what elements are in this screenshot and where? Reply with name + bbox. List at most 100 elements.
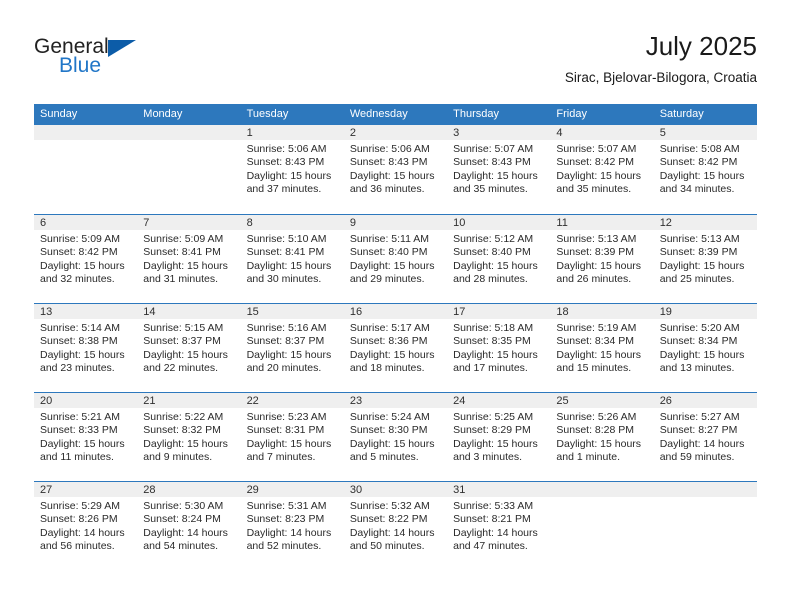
day-number: 12 — [653, 215, 757, 230]
day-detail-line: Sunrise: 5:31 AM — [246, 500, 327, 512]
calendar-day-cell[interactable]: 22 Sunrise: 5:23 AM Sunset: 8:31 PM Dayligh… — [240, 393, 344, 481]
calendar-day-cell[interactable]: 24 Sunrise: 5:25 AM Sunset: 8:29 PM Dayligh… — [447, 393, 551, 481]
day-details: Sunrise: 5:09 AM Sunset: 8:42 PM Daylight:… — [34, 230, 137, 287]
day-detail-line: and 18 minutes. — [349, 362, 425, 375]
calendar-day-cell[interactable]: 7 Sunrise: 5:09 AM Sunset: 8:41 PM Daylight… — [137, 215, 241, 303]
calendar-day-cell[interactable]: 26 Sunrise: 5:27 AM Sunset: 8:27 PM Dayligh… — [653, 393, 757, 481]
calendar-day-cell[interactable]: 13 Sunrise: 5:14 AM Sunset: 8:38 PM Dayligh… — [34, 304, 138, 392]
calendar-day-cell[interactable]: 20 Sunrise: 5:21 AM Sunset: 8:33 PM Dayligh… — [34, 393, 138, 481]
day-detail-line: Daylight: 15 hours — [349, 348, 435, 361]
day-detail-line: Sunset: 8:38 PM — [40, 335, 118, 348]
calendar-day-cell-empty[interactable] — [34, 125, 138, 214]
day-detail-line: Sunrise: 5:30 AM — [143, 500, 224, 512]
day-detail-line: Sunset: 8:34 PM — [659, 335, 738, 348]
calendar-week-row: 6 Sunrise: 5:09 AM Sunset: 8:42 PM Daylight… — [34, 214, 757, 303]
day-details: Sunrise: 5:31 AM Sunset: 8:23 PM Daylight:… — [241, 497, 344, 554]
calendar-day-cell[interactable]: 1 Sunrise: 5:06 AM Sunset: 8:43 PM Daylight… — [240, 125, 344, 214]
calendar-day-cell[interactable]: 6 Sunrise: 5:09 AM Sunset: 8:42 PM Daylight… — [34, 215, 138, 303]
day-detail-line: and 3 minutes. — [453, 451, 523, 464]
day-detail-line: Sunrise: 5:32 AM — [349, 500, 430, 512]
day-detail-line: Sunrise: 5:21 AM — [40, 411, 120, 423]
calendar-day-cell[interactable]: 15 Sunrise: 5:16 AM Sunset: 8:37 PM Dayligh… — [240, 304, 344, 392]
generalblue-logo: General Blue — [34, 36, 164, 82]
calendar-day-cell[interactable]: 8 Sunrise: 5:10 AM Sunset: 8:41 PM Daylight… — [240, 215, 344, 303]
day-detail-line: Sunrise: 5:08 AM — [659, 143, 740, 155]
calendar-page: General Blue July 2025 Sirac, Bjelovar-B… — [0, 0, 792, 612]
calendar-day-cell[interactable]: 16 Sunrise: 5:17 AM Sunset: 8:36 PM Dayligh… — [343, 304, 448, 392]
day-detail-line: and 15 minutes. — [556, 362, 632, 375]
calendar-day-cell[interactable]: 2 Sunrise: 5:06 AM Sunset: 8:43 PM Daylight… — [343, 125, 448, 214]
calendar-day-cell[interactable]: 12 Sunrise: 5:13 AM Sunset: 8:39 PM Dayligh… — [653, 215, 757, 303]
day-detail-line: Daylight: 15 hours — [246, 348, 332, 361]
day-detail-line: Sunset: 8:40 PM — [453, 246, 531, 259]
calendar-weeks: 1 Sunrise: 5:06 AM Sunset: 8:43 PM Daylight… — [34, 125, 757, 570]
day-detail-line: Daylight: 15 hours — [453, 169, 538, 182]
day-details: Sunrise: 5:09 AM Sunset: 8:41 PM Daylight:… — [137, 230, 240, 287]
day-detail-line: Sunset: 8:30 PM — [349, 424, 428, 437]
calendar-day-cell[interactable]: 17 Sunrise: 5:18 AM Sunset: 8:35 PM Dayligh… — [447, 304, 551, 392]
calendar-day-cell[interactable]: 25 Sunrise: 5:26 AM Sunset: 8:28 PM Dayligh… — [550, 393, 654, 481]
day-detail-line: Daylight: 15 hours — [349, 259, 435, 272]
day-detail-line: Sunset: 8:33 PM — [40, 424, 118, 437]
calendar-day-cell[interactable]: 28 Sunrise: 5:30 AM Sunset: 8:24 PM Dayligh… — [137, 482, 241, 570]
day-number: 10 — [447, 215, 551, 230]
day-detail-line: Daylight: 14 hours — [246, 526, 332, 539]
calendar-day-cell-empty[interactable] — [137, 125, 241, 214]
calendar-day-cell[interactable]: 4 Sunrise: 5:07 AM Sunset: 8:42 PM Daylight… — [550, 125, 654, 214]
day-detail-line: Daylight: 15 hours — [246, 169, 332, 182]
day-number: 23 — [343, 393, 448, 408]
day-detail-line: and 35 minutes. — [453, 183, 528, 196]
calendar-day-cell[interactable]: 10 Sunrise: 5:12 AM Sunset: 8:40 PM Dayligh… — [447, 215, 551, 303]
weekday-header-row: Sunday Monday Tuesday Wednesday Thursday… — [34, 104, 757, 125]
calendar-day-cell[interactable]: 9 Sunrise: 5:11 AM Sunset: 8:40 PM Daylight… — [343, 215, 448, 303]
day-number: 15 — [240, 304, 344, 319]
day-detail-line: Sunset: 8:36 PM — [349, 335, 428, 348]
day-details: Sunrise: 5:15 AM Sunset: 8:37 PM Daylight:… — [137, 319, 240, 376]
day-details: Sunrise: 5:20 AM Sunset: 8:34 PM Daylight:… — [654, 319, 757, 376]
day-detail-line: Sunset: 8:26 PM — [40, 513, 118, 526]
day-details: Sunrise: 5:07 AM Sunset: 8:43 PM Daylight:… — [447, 140, 550, 197]
day-detail-line: and 34 minutes. — [659, 183, 735, 196]
day-detail-line: and 11 minutes. — [40, 451, 114, 464]
calendar-day-cell[interactable]: 5 Sunrise: 5:08 AM Sunset: 8:42 PM Daylight… — [653, 125, 757, 214]
day-detail-line: Daylight: 15 hours — [40, 437, 125, 450]
day-detail-line: Sunset: 8:29 PM — [453, 424, 531, 437]
calendar-day-cell-empty[interactable] — [653, 482, 757, 570]
day-detail-line: Sunrise: 5:24 AM — [349, 411, 430, 423]
calendar-day-cell[interactable]: 23 Sunrise: 5:24 AM Sunset: 8:30 PM Dayligh… — [343, 393, 448, 481]
day-detail-line: Sunrise: 5:12 AM — [453, 233, 534, 245]
day-detail-line: Sunset: 8:40 PM — [349, 246, 428, 259]
day-number: 31 — [447, 482, 551, 497]
calendar-day-cell-empty[interactable] — [550, 482, 654, 570]
day-number: 27 — [34, 482, 138, 497]
day-detail-line: Sunrise: 5:27 AM — [659, 411, 740, 423]
day-detail-line: Daylight: 15 hours — [246, 259, 332, 272]
calendar-day-cell[interactable]: 3 Sunrise: 5:07 AM Sunset: 8:43 PM Daylight… — [447, 125, 551, 214]
calendar-day-cell[interactable]: 31 Sunrise: 5:33 AM Sunset: 8:21 PM Dayligh… — [447, 482, 551, 570]
calendar-day-cell[interactable]: 14 Sunrise: 5:15 AM Sunset: 8:37 PM Dayligh… — [137, 304, 241, 392]
calendar-day-cell[interactable]: 27 Sunrise: 5:29 AM Sunset: 8:26 PM Dayligh… — [34, 482, 138, 570]
day-details: Sunrise: 5:11 AM Sunset: 8:40 PM Daylight:… — [344, 230, 447, 287]
calendar-day-cell[interactable]: 11 Sunrise: 5:13 AM Sunset: 8:39 PM Dayligh… — [550, 215, 654, 303]
day-detail-line: Sunset: 8:37 PM — [143, 335, 221, 348]
calendar-day-cell[interactable]: 30 Sunrise: 5:32 AM Sunset: 8:22 PM Dayligh… — [343, 482, 448, 570]
day-detail-line: Sunrise: 5:22 AM — [143, 411, 224, 423]
day-details: Sunrise: 5:13 AM Sunset: 8:39 PM Daylight:… — [654, 230, 757, 287]
day-detail-line: Daylight: 15 hours — [143, 259, 228, 272]
day-details: Sunrise: 5:16 AM Sunset: 8:37 PM Daylight:… — [241, 319, 344, 376]
day-detail-line: Daylight: 15 hours — [556, 259, 642, 272]
calendar-day-cell[interactable]: 29 Sunrise: 5:31 AM Sunset: 8:23 PM Dayligh… — [240, 482, 344, 570]
day-detail-line: Sunrise: 5:23 AM — [246, 411, 327, 423]
calendar-day-cell[interactable]: 18 Sunrise: 5:19 AM Sunset: 8:34 PM Dayligh… — [550, 304, 654, 392]
day-detail-line: Sunset: 8:42 PM — [659, 156, 738, 169]
day-detail-line: and 32 minutes. — [40, 273, 115, 286]
calendar-day-cell[interactable]: 19 Sunrise: 5:20 AM Sunset: 8:34 PM Dayligh… — [653, 304, 757, 392]
day-details: Sunrise: 5:08 AM Sunset: 8:42 PM Daylight:… — [654, 140, 757, 197]
calendar-day-cell[interactable]: 21 Sunrise: 5:22 AM Sunset: 8:32 PM Dayligh… — [137, 393, 241, 481]
day-detail-line: Sunrise: 5:15 AM — [143, 322, 224, 334]
day-detail-line: Sunset: 8:31 PM — [246, 424, 325, 437]
day-number — [550, 482, 654, 497]
day-number: 3 — [447, 125, 551, 140]
day-number — [137, 125, 241, 140]
calendar-week-row: 1 Sunrise: 5:06 AM Sunset: 8:43 PM Daylight… — [34, 125, 757, 214]
